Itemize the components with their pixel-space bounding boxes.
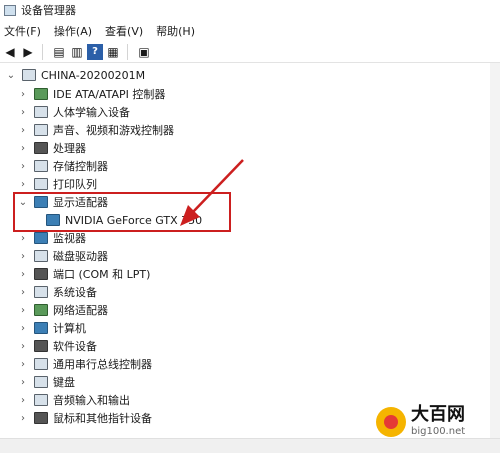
tree-item[interactable]: › 通用串行总线控制器	[18, 355, 152, 373]
annotation-highlight-box	[13, 192, 231, 232]
grid-icon[interactable]: ▦	[105, 44, 121, 60]
network-icon	[34, 304, 48, 316]
tree-item-label: 处理器	[53, 142, 86, 155]
tree-item[interactable]: › 音频输入和输出	[18, 391, 130, 409]
chevron-down-icon[interactable]: ⌄	[6, 70, 16, 81]
hid-icon	[34, 106, 48, 118]
tree-item-label: 存储控制器	[53, 160, 108, 173]
tree-item-label: 磁盘驱动器	[53, 250, 108, 263]
system-icon	[34, 286, 48, 298]
tree-item-label: IDE ATA/ATAPI 控制器	[53, 88, 166, 101]
tree-item-label: 鼠标和其他指针设备	[53, 412, 152, 425]
chevron-right-icon[interactable]: ›	[18, 251, 28, 262]
menu-bar: 文件(F) 操作(A) 查看(V) 帮助(H)	[0, 22, 204, 40]
chevron-right-icon[interactable]: ›	[18, 359, 28, 370]
toolbar: ◀ ▶ ▤ ▥ ? ▦ ▣	[0, 41, 500, 63]
chevron-right-icon[interactable]: ›	[18, 305, 28, 316]
title-bar: 设备管理器	[0, 0, 500, 20]
tree-item-label: 系统设备	[53, 286, 97, 299]
chevron-right-icon[interactable]: ›	[18, 161, 28, 172]
tree-item[interactable]: › 处理器	[18, 139, 86, 157]
chevron-right-icon[interactable]: ›	[18, 125, 28, 136]
audio-icon	[34, 394, 48, 406]
chevron-right-icon[interactable]: ›	[18, 143, 28, 154]
chevron-right-icon[interactable]: ›	[18, 179, 28, 190]
tree-item[interactable]: › 键盘	[18, 373, 75, 391]
watermark-url: big100.net	[411, 426, 466, 437]
tree-item[interactable]: › 系统设备	[18, 283, 97, 301]
help-icon[interactable]: ?	[87, 43, 103, 60]
chevron-right-icon[interactable]: ›	[18, 233, 28, 244]
storage-icon	[34, 160, 48, 172]
keyboard-icon	[34, 376, 48, 388]
tree-item-label: 网络适配器	[53, 304, 108, 317]
chevron-right-icon[interactable]: ›	[18, 377, 28, 388]
properties-icon[interactable]: ▤	[51, 44, 67, 60]
menu-help[interactable]: 帮助(H)	[156, 23, 195, 39]
tree-item[interactable]: › IDE ATA/ATAPI 控制器	[18, 85, 165, 103]
tree-item-label: 通用串行总线控制器	[53, 358, 152, 371]
computer-icon	[22, 69, 36, 81]
show-hide-icon[interactable]: ▥	[69, 44, 85, 60]
processor-icon	[34, 142, 48, 154]
tree-item-label: 打印队列	[53, 178, 97, 191]
disk-icon	[34, 250, 48, 262]
tree-item-label: 端口 (COM 和 LPT)	[53, 268, 151, 281]
menu-action[interactable]: 操作(A)	[54, 23, 92, 39]
usb-icon	[34, 358, 48, 370]
tree-item[interactable]: › 计算机	[18, 319, 86, 337]
menu-file[interactable]: 文件(F)	[4, 23, 41, 39]
tree-item[interactable]: › 磁盘驱动器	[18, 247, 108, 265]
chevron-right-icon[interactable]: ›	[18, 269, 28, 280]
tree-item-label: 监视器	[53, 232, 86, 245]
port-icon	[34, 268, 48, 280]
speaker-icon	[34, 124, 48, 136]
device-manager-icon	[4, 4, 16, 16]
status-bar	[0, 438, 500, 453]
tree-item[interactable]: › 声音、视频和游戏控制器	[18, 121, 174, 139]
scan-hardware-icon[interactable]: ▣	[136, 44, 152, 60]
tree-item-label: 软件设备	[53, 340, 97, 353]
tree-item[interactable]: › 软件设备	[18, 337, 97, 355]
watermark-logo-icon	[376, 406, 406, 437]
toolbar-separator	[42, 43, 43, 60]
chevron-right-icon[interactable]: ›	[18, 107, 28, 118]
mouse-icon	[34, 412, 48, 424]
vertical-scrollbar[interactable]	[490, 63, 500, 438]
tree-item[interactable]: › 端口 (COM 和 LPT)	[18, 265, 150, 283]
tree-item-label: 键盘	[53, 376, 75, 389]
tree-item[interactable]: › 人体学输入设备	[18, 103, 130, 121]
forward-icon[interactable]: ▶	[20, 44, 36, 60]
tree-item[interactable]: › 网络适配器	[18, 301, 108, 319]
computer-icon	[34, 322, 48, 334]
window-title: 设备管理器	[21, 4, 76, 17]
monitor-icon	[34, 232, 48, 244]
chevron-right-icon[interactable]: ›	[18, 395, 28, 406]
chevron-right-icon[interactable]: ›	[18, 413, 28, 424]
menu-view[interactable]: 查看(V)	[105, 23, 143, 39]
software-icon	[34, 340, 48, 352]
watermark-text: 大百网 big100.net	[411, 406, 465, 437]
chevron-right-icon[interactable]: ›	[18, 341, 28, 352]
tree-item[interactable]: › 打印队列	[18, 175, 97, 193]
watermark: 大百网 big100.net	[376, 406, 465, 437]
watermark-title: 大百网	[411, 404, 465, 425]
tree-item[interactable]: › 存储控制器	[18, 157, 108, 175]
chevron-right-icon[interactable]: ›	[18, 89, 28, 100]
back-icon[interactable]: ◀	[2, 44, 18, 60]
printer-icon	[34, 178, 48, 190]
tree-item[interactable]: › 鼠标和其他指针设备	[18, 409, 152, 427]
tree-root[interactable]: ⌄ CHINA-20200201M	[6, 66, 145, 84]
tree-item-label: 声音、视频和游戏控制器	[53, 124, 174, 137]
chevron-right-icon[interactable]: ›	[18, 287, 28, 298]
tree-item-label: 人体学输入设备	[53, 106, 130, 119]
computer-name: CHINA-20200201M	[41, 68, 146, 82]
toolbar-separator	[127, 43, 128, 60]
tree-item-label: 计算机	[53, 322, 86, 335]
chevron-right-icon[interactable]: ›	[18, 323, 28, 334]
ide-controller-icon	[34, 88, 48, 100]
tree-item-label: 音频输入和输出	[53, 394, 130, 407]
